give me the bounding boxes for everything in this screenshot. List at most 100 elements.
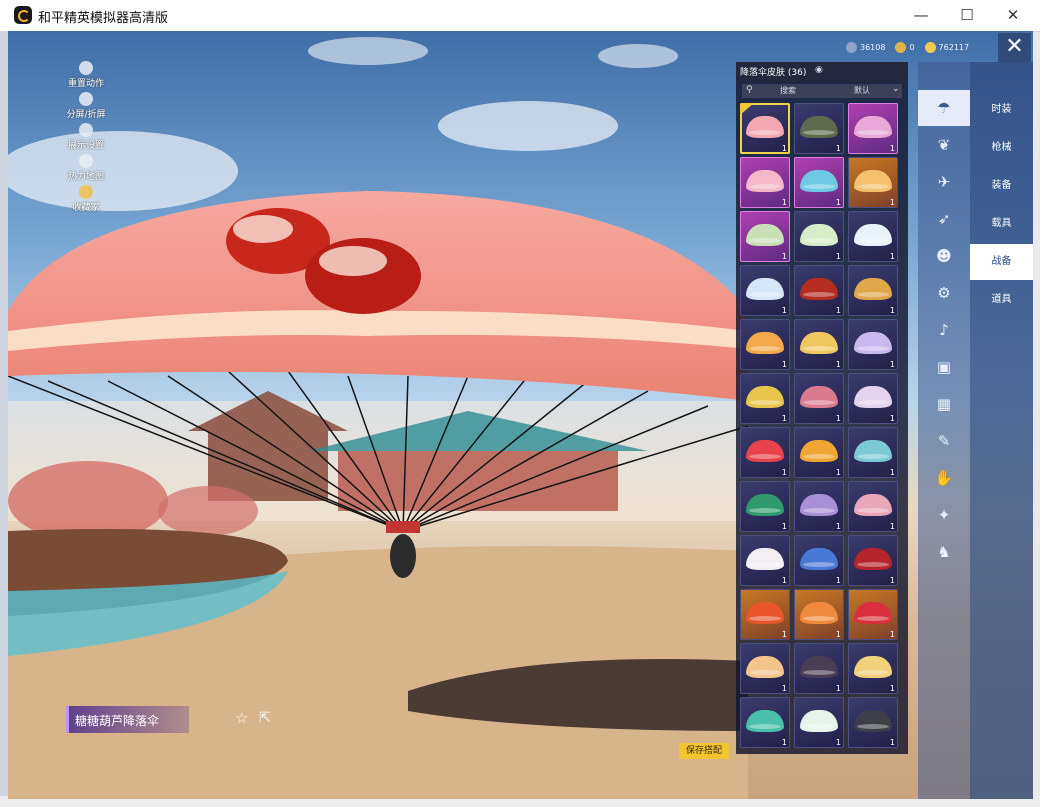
- skin-count: 1: [835, 144, 841, 153]
- skin-count: 1: [889, 684, 895, 693]
- left-menu-item-collector[interactable]: 收藏家: [56, 185, 116, 215]
- tab-2[interactable]: 装备: [970, 168, 1033, 204]
- search-input[interactable]: 搜索: [780, 85, 796, 96]
- tab-5[interactable]: 道具: [970, 282, 1033, 318]
- skin-item[interactable]: 1: [794, 265, 844, 316]
- minimize-button[interactable]: —: [898, 0, 944, 31]
- skin-item[interactable]: 1: [794, 643, 844, 694]
- skin-item[interactable]: 1: [794, 373, 844, 424]
- left-menu-item-display[interactable]: 展示设置: [56, 123, 116, 153]
- chevron-down-icon[interactable]: ⌄: [892, 84, 900, 94]
- crown-value: 762117: [938, 42, 970, 52]
- skin-item[interactable]: 1: [740, 157, 790, 208]
- skin-item[interactable]: 1: [794, 319, 844, 370]
- left-menu-item-reset[interactable]: 重置动作: [56, 61, 116, 91]
- skin-item[interactable]: 1: [794, 103, 844, 154]
- maximize-button[interactable]: ☐: [944, 0, 990, 31]
- category-gesture[interactable]: ✋: [918, 460, 970, 496]
- left-menu-item-split[interactable]: 分屏/折屏: [56, 92, 116, 122]
- skin-item[interactable]: 1: [740, 481, 790, 532]
- category-plane[interactable]: ➶: [918, 201, 970, 237]
- skin-item[interactable]: 1: [848, 373, 898, 424]
- window-close-button[interactable]: ✕: [990, 0, 1036, 31]
- skin-item[interactable]: 1: [794, 481, 844, 532]
- skin-item[interactable]: 1: [740, 373, 790, 424]
- skin-count: 1: [781, 360, 787, 369]
- skin-count: 1: [835, 630, 841, 639]
- skin-item[interactable]: 1: [848, 697, 898, 748]
- skin-item[interactable]: 1: [740, 427, 790, 478]
- avatar-icon: [79, 61, 93, 75]
- save-outfit-button[interactable]: 保存搭配: [679, 743, 729, 759]
- category-picture[interactable]: ▦: [918, 386, 970, 422]
- skin-count: 1: [889, 414, 895, 423]
- skin-item[interactable]: 1: [740, 265, 790, 316]
- tab-0[interactable]: 时装: [970, 92, 1033, 128]
- skin-item[interactable]: 1: [794, 427, 844, 478]
- skin-count: 1: [835, 414, 841, 423]
- skin-item[interactable]: 1: [848, 157, 898, 208]
- category-magic[interactable]: ✦: [918, 497, 970, 533]
- skin-count: 1: [889, 630, 895, 639]
- star-icon[interactable]: ☆: [235, 709, 248, 727]
- skin-item[interactable]: 1: [740, 697, 790, 748]
- skin-item[interactable]: 1: [848, 643, 898, 694]
- tab-4[interactable]: 战备: [970, 244, 1033, 280]
- skin-item[interactable]: 1: [848, 211, 898, 262]
- skin-count: 1: [835, 360, 841, 369]
- skin-item[interactable]: 1: [740, 643, 790, 694]
- spray-icon: ✎: [937, 432, 951, 450]
- category-spray[interactable]: ✎: [918, 423, 970, 459]
- skin-item[interactable]: 1: [740, 103, 790, 154]
- skin-item[interactable]: 1: [794, 697, 844, 748]
- skin-count: 1: [889, 252, 895, 261]
- left-menu-item-heatmap[interactable]: 热力地图: [56, 154, 116, 184]
- skin-item[interactable]: 1: [848, 103, 898, 154]
- skin-item[interactable]: 1: [794, 535, 844, 586]
- category-sticker[interactable]: ▣: [918, 349, 970, 385]
- parachute-icon: [854, 332, 892, 354]
- crown-icon: [924, 41, 936, 53]
- category-robot[interactable]: ⚙: [918, 275, 970, 311]
- skin-item[interactable]: 1: [848, 535, 898, 586]
- skin-item[interactable]: 1: [848, 481, 898, 532]
- skin-count: 1: [781, 684, 787, 693]
- parachute-icon: [746, 332, 784, 354]
- desktop-background-strip: [0, 31, 8, 801]
- cherry-tree: [8, 461, 168, 541]
- tab-1[interactable]: 枪械: [970, 130, 1033, 166]
- skin-item[interactable]: 1: [848, 265, 898, 316]
- parachute-skin-panel: 降落伞皮肤 (36) ◉ ⚲ 搜索 默认 ⌄ 1 1 1 1 1 1 1 1 1 1 1 1 1 1 1 1 1…: [736, 62, 908, 754]
- skin-item[interactable]: 1: [740, 589, 790, 640]
- game-close-button[interactable]: ✕: [998, 33, 1031, 63]
- skin-item[interactable]: 1: [740, 535, 790, 586]
- left-menu-label: 展示设置: [67, 141, 104, 151]
- skin-item[interactable]: 1: [794, 589, 844, 640]
- search-icon: ⚲: [746, 85, 753, 95]
- skin-item[interactable]: 1: [740, 211, 790, 262]
- parachute-icon: [854, 224, 892, 246]
- parachute-icon: [800, 278, 838, 300]
- skin-item[interactable]: 1: [848, 319, 898, 370]
- skin-item[interactable]: 1: [848, 589, 898, 640]
- game-viewport[interactable]: 36108 0 762117 ✕ 重置动作 分屏/折屏 展示设置 热力地图 收藏…: [8, 31, 1033, 799]
- category-sound[interactable]: ♪: [918, 312, 970, 348]
- skin-item[interactable]: 1: [794, 211, 844, 262]
- category-wings[interactable]: ❦: [918, 127, 970, 163]
- category-aircraft[interactable]: ✈: [918, 164, 970, 200]
- category-smiley[interactable]: ☻: [918, 238, 970, 274]
- category-parachute[interactable]: ☂: [918, 90, 970, 126]
- sort-select[interactable]: 默认: [854, 85, 870, 96]
- gear-icon: [79, 92, 93, 106]
- tab-3[interactable]: 载具: [970, 206, 1033, 242]
- skin-item[interactable]: 1: [794, 157, 844, 208]
- share-icon[interactable]: ⇱: [259, 710, 271, 726]
- search-bar[interactable]: ⚲ 搜索 默认 ⌄: [742, 84, 902, 98]
- skin-item[interactable]: 1: [740, 319, 790, 370]
- eye-icon[interactable]: ◉: [815, 65, 823, 75]
- cloud: [438, 101, 618, 151]
- category-pet[interactable]: ♞: [918, 534, 970, 570]
- parachute-icon: [800, 656, 838, 678]
- parachute-icon: ☂: [937, 99, 951, 117]
- skin-item[interactable]: 1: [848, 427, 898, 478]
